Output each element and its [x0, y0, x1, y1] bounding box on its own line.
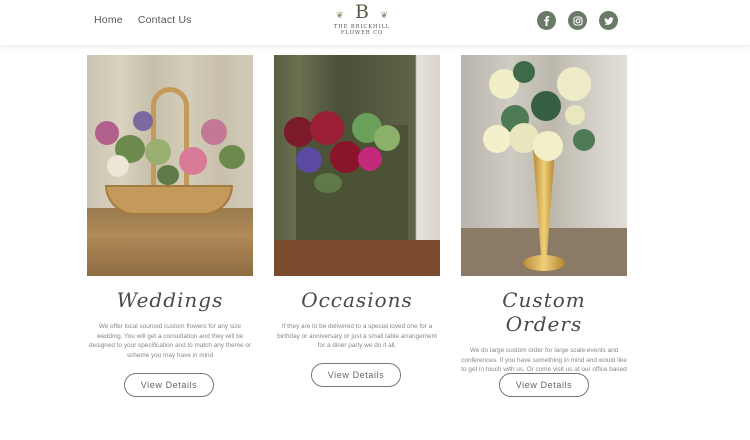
weddings-view-details-button[interactable]: View Details [124, 373, 214, 397]
card-weddings: Weddings We offer local sourced custom f… [87, 55, 253, 360]
card-description: If they are to be delivered to a special… [277, 323, 437, 350]
card-occasions: Occasions If they are to be delivered to… [274, 55, 440, 351]
card-title: Weddings [116, 288, 224, 312]
occasions-view-details-button[interactable]: View Details [311, 363, 401, 387]
card-description: We offer local sourced custom flowers fo… [89, 323, 251, 359]
leaf-icon: ❦ [380, 11, 388, 21]
leaf-icon: ❦ [336, 11, 344, 21]
custom-orders-view-details-button[interactable]: View Details [499, 373, 589, 397]
card-custom-orders: Custom Orders We do large custom order f… [461, 55, 627, 384]
social-links [537, 11, 618, 30]
logo-letter: B [355, 1, 369, 23]
nav-contact-link[interactable]: Contact Us [138, 14, 192, 26]
logo-line-2: FLOWER CO [340, 30, 384, 36]
instagram-icon[interactable] [568, 11, 587, 30]
custom-orders-photo [461, 55, 627, 276]
site-header: Home Contact Us ❦ B ❦ THE BRICKHILL FLOW… [0, 0, 750, 45]
weddings-photo [87, 55, 253, 276]
card-title: Occasions [301, 288, 413, 312]
site-logo[interactable]: ❦ B ❦ THE BRICKHILL FLOWER CO [330, 3, 394, 41]
main-nav: Home Contact Us [94, 14, 192, 26]
twitter-icon[interactable] [599, 11, 618, 30]
occasions-photo [274, 55, 440, 276]
logo-monogram: ❦ B ❦ [330, 3, 394, 22]
card-title: Custom Orders [502, 288, 586, 336]
facebook-icon[interactable] [537, 11, 556, 30]
nav-home-link[interactable]: Home [94, 14, 123, 26]
